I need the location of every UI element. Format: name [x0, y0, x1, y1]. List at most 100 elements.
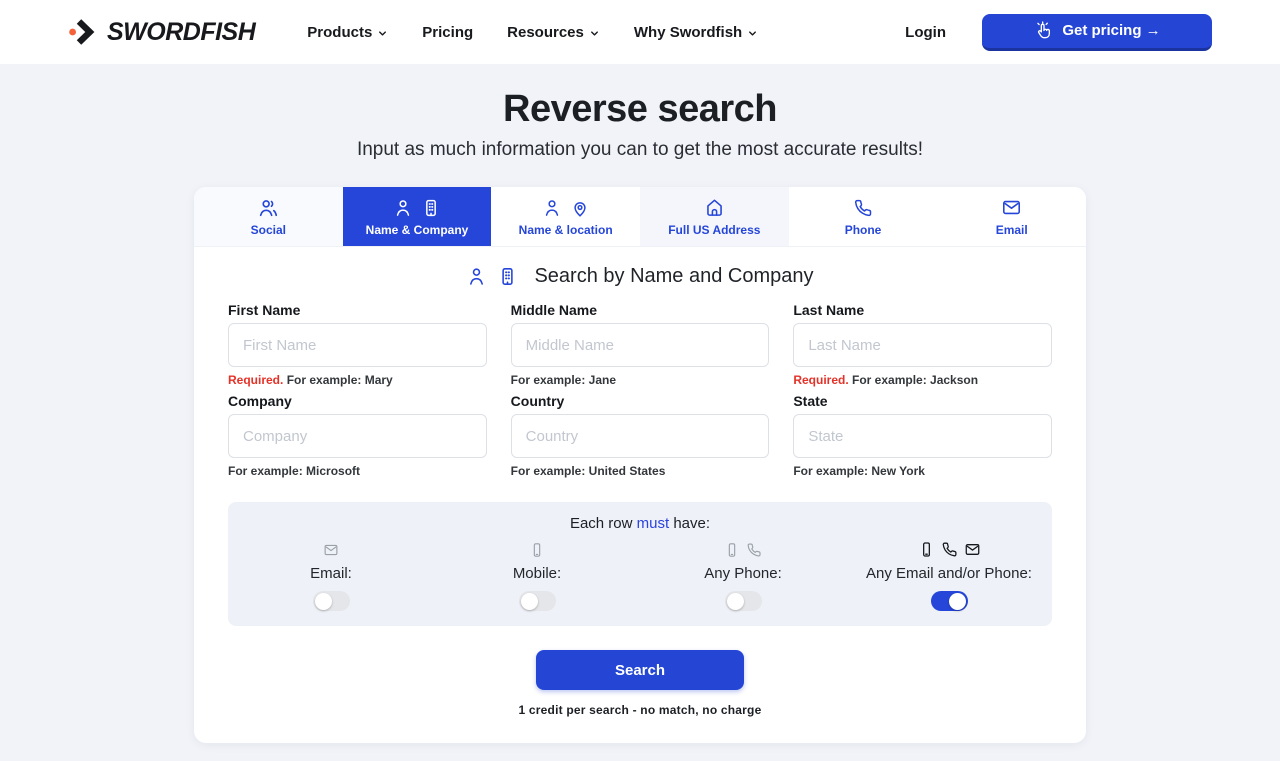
- mobile-icon: [918, 541, 935, 558]
- option-any-phone: Any Phone:: [640, 541, 846, 611]
- people-icon: [257, 197, 279, 219]
- hint-text: For example: United States: [511, 464, 666, 478]
- company-label: Company: [228, 393, 487, 409]
- company-input[interactable]: [228, 414, 487, 458]
- nav-item-label: Why Swordfish: [634, 24, 742, 41]
- nav-item-why-swordfish[interactable]: Why Swordfish: [634, 24, 758, 41]
- first-name-input[interactable]: [228, 323, 487, 367]
- search-tabs: Social Name & Company: [194, 187, 1086, 247]
- chevron-down-icon: [589, 26, 600, 39]
- last-name-input[interactable]: [793, 323, 1052, 367]
- mobile-option-icons: [529, 541, 545, 558]
- option-label: Mobile:: [513, 565, 561, 582]
- swordfish-logo-icon: [68, 17, 98, 47]
- mobile-icon: [724, 542, 740, 558]
- swordfish-logo[interactable]: SWORDFISH: [68, 17, 255, 47]
- person-icon: [466, 266, 487, 287]
- state-hint: For example: New York: [793, 464, 1052, 478]
- tab-label: Email: [996, 223, 1028, 237]
- option-mobile: Mobile:: [434, 541, 640, 611]
- mobile-icon: [529, 542, 545, 558]
- page-title: Reverse search: [0, 88, 1280, 131]
- option-any-email-phone: Any Email and/or Phone:: [846, 541, 1052, 611]
- nav-links: Products Pricing Resources Why Swordfish: [307, 24, 758, 41]
- phone-icon: [941, 541, 958, 558]
- option-label: Email:: [310, 565, 352, 582]
- tab-phone[interactable]: Phone: [789, 187, 938, 246]
- nav-item-pricing[interactable]: Pricing: [422, 24, 473, 41]
- tab-label: Phone: [845, 223, 882, 237]
- phone-icon: [746, 542, 762, 558]
- nav-item-label: Pricing: [422, 24, 473, 41]
- required-text: Required.: [793, 373, 848, 387]
- middle-name-label: Middle Name: [511, 302, 770, 318]
- first-name-field: First Name Required. For example: Mary: [228, 302, 487, 387]
- tab-label: Name & location: [519, 223, 613, 237]
- option-label: Any Phone:: [704, 565, 782, 582]
- state-label: State: [793, 393, 1052, 409]
- tab-label: Name & Company: [366, 223, 469, 237]
- hint-text: For example: Microsoft: [228, 464, 360, 478]
- search-form: First Name Required. For example: Mary M…: [194, 288, 1086, 478]
- tab-name-company[interactable]: Name & Company: [343, 187, 492, 246]
- email-option-icons: [323, 541, 339, 558]
- tab-full-us-address[interactable]: Full US Address: [640, 187, 789, 246]
- any-phone-toggle[interactable]: [725, 591, 762, 611]
- company-hint: For example: Microsoft: [228, 464, 487, 478]
- state-input[interactable]: [793, 414, 1052, 458]
- hero: Reverse search Input as much information…: [0, 64, 1280, 161]
- envelope-icon: [323, 542, 339, 558]
- get-pricing-label: Get pricing →: [1062, 22, 1160, 39]
- get-pricing-button[interactable]: Get pricing →: [982, 14, 1212, 51]
- phone-icon: [853, 197, 873, 219]
- nav-item-resources[interactable]: Resources: [507, 24, 600, 41]
- last-name-label: Last Name: [793, 302, 1052, 318]
- person-icon: [542, 198, 562, 218]
- logo-text: SWORDFISH: [107, 18, 255, 47]
- chevron-down-icon: [747, 26, 758, 39]
- option-email: Email:: [228, 541, 434, 611]
- option-label: Any Email and/or Phone:: [866, 565, 1032, 582]
- tab-label: Social: [251, 223, 286, 237]
- tab-social[interactable]: Social: [194, 187, 343, 246]
- tab-name-location[interactable]: Name & location: [491, 187, 640, 246]
- search-button[interactable]: Search: [536, 650, 744, 690]
- any-email-phone-option-icons: [918, 541, 981, 558]
- nav-item-products[interactable]: Products: [307, 24, 388, 41]
- credit-note: 1 credit per search - no match, no charg…: [194, 703, 1086, 717]
- company-field: Company For example: Microsoft: [228, 393, 487, 478]
- mobile-toggle[interactable]: [519, 591, 556, 611]
- middle-name-field: Middle Name For example: Jane: [511, 302, 770, 387]
- toggle-knob: [315, 593, 332, 610]
- building-icon: [497, 266, 518, 287]
- hint-text: For example: Mary: [287, 373, 393, 387]
- nav-right: Login Get pricing →: [905, 14, 1212, 51]
- nav-item-label: Resources: [507, 24, 584, 41]
- building-icon: [421, 198, 441, 218]
- country-field: Country For example: United States: [511, 393, 770, 478]
- toggle-knob: [949, 593, 966, 610]
- country-input[interactable]: [511, 414, 770, 458]
- middle-name-hint: For example: Jane: [511, 373, 770, 387]
- any-email-phone-toggle[interactable]: [931, 591, 968, 611]
- search-section: Search 1 credit per search - no match, n…: [194, 650, 1086, 743]
- page-subtitle: Input as much information you can to get…: [0, 139, 1280, 161]
- person-building-icon: [393, 197, 441, 219]
- tab-label: Full US Address: [668, 223, 760, 237]
- reverse-search-card: Social Name & Company: [194, 187, 1086, 743]
- must-emphasis: must: [637, 515, 670, 532]
- email-toggle[interactable]: [313, 591, 350, 611]
- toggle-knob: [521, 593, 538, 610]
- required-text: Required.: [228, 373, 283, 387]
- state-field: State For example: New York: [793, 393, 1052, 478]
- hint-text: For example: Jane: [511, 373, 616, 387]
- login-link[interactable]: Login: [905, 24, 946, 41]
- requirements-title: Each row must have:: [228, 515, 1052, 532]
- hint-text: For example: Jackson: [852, 373, 978, 387]
- middle-name-input[interactable]: [511, 323, 770, 367]
- tab-email[interactable]: Email: [937, 187, 1086, 246]
- hint-text: For example: New York: [793, 464, 925, 478]
- home-icon: [704, 197, 725, 219]
- map-pin-icon: [570, 198, 590, 218]
- person-pin-icon: [542, 197, 590, 219]
